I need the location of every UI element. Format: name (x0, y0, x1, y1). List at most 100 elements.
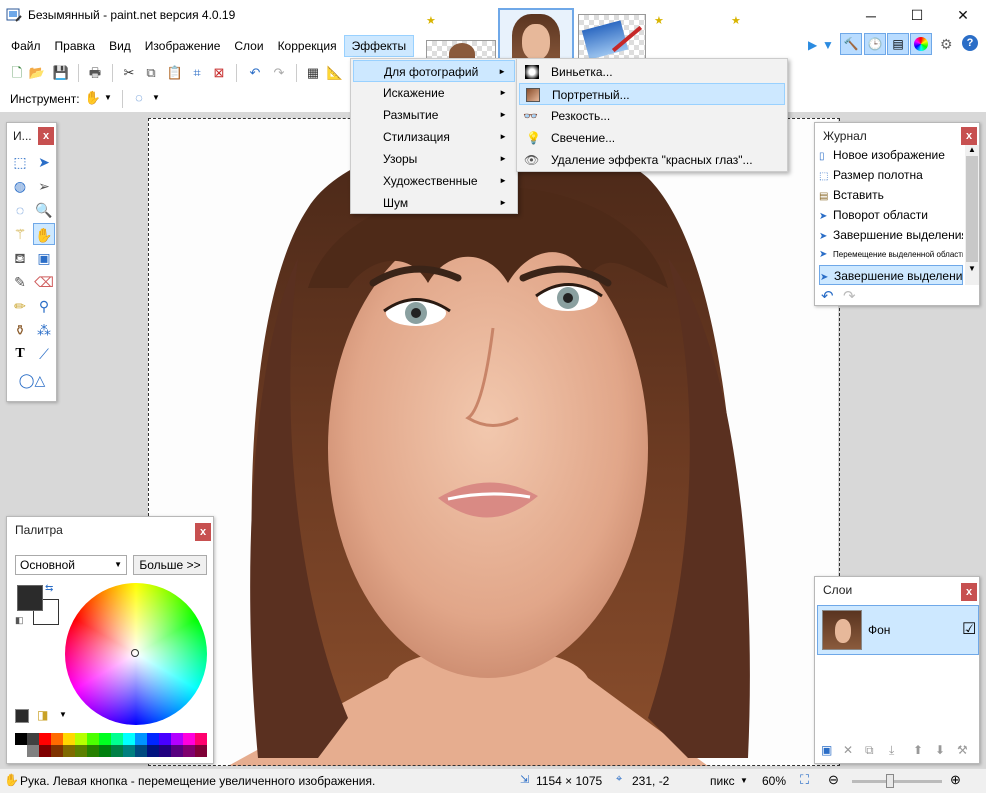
gradient-tool-icon[interactable]: ▣ (33, 247, 55, 269)
undo-icon[interactable]: ↶ (821, 287, 834, 305)
clone-stamp-tool-icon[interactable]: ⚱ (9, 319, 31, 341)
print-icon[interactable]: 🖶 (86, 64, 104, 82)
image-tab-thumbnail[interactable] (426, 40, 496, 60)
maximize-button[interactable]: ☐ (894, 0, 940, 31)
layer-visibility-checkbox[interactable]: ☑ (962, 619, 976, 639)
effects-menu-item-photo[interactable]: Для фотографий ► (353, 60, 515, 82)
redo-icon[interactable]: ↷ (843, 287, 856, 305)
chevron-down-icon[interactable]: ▼ (59, 710, 67, 719)
lasso-select-tool-icon[interactable]: ◍ (9, 175, 31, 197)
zoom-level[interactable]: 60% (762, 774, 786, 788)
history-item[interactable]: ▤ Вставить (819, 185, 963, 205)
crop-to-selection-icon[interactable]: ⌗ (188, 64, 206, 82)
paintbrush-tool-icon[interactable]: ✎ (9, 271, 31, 293)
tabs-dropdown-icon[interactable]: ▼ (822, 38, 834, 52)
move-selected-pixels-tool-icon[interactable]: ➤ (33, 151, 55, 173)
undo-icon[interactable]: ↶ (246, 64, 264, 82)
units-select[interactable]: пикс (710, 774, 735, 788)
pencil-tool-icon[interactable]: ✏ (9, 295, 31, 317)
tools-window-toggle-icon[interactable]: 🔨 (840, 33, 862, 55)
minimize-button[interactable]: ─ (848, 0, 894, 31)
submenu-item-red-eye[interactable]: 👁 Удаление эффекта "красных глаз"... (519, 149, 785, 171)
submenu-item-vignette[interactable]: Виньетка... (519, 61, 785, 83)
menu-view[interactable]: Вид (102, 36, 138, 56)
color-picker-tool-icon[interactable]: ⚲ (33, 295, 55, 317)
zoom-tool-icon[interactable]: 🔍 (33, 199, 55, 221)
swap-colors-icon[interactable]: ⇆ (45, 583, 53, 594)
color-wheel[interactable] (65, 583, 207, 725)
paintnet-app-icon[interactable] (6, 7, 22, 23)
grid-icon[interactable]: ▦ (304, 64, 322, 82)
pan-tool-icon[interactable]: ✋ (33, 223, 55, 245)
effects-menu-item-stylize[interactable]: Стилизация ► (353, 126, 515, 148)
move-layer-up-icon[interactable]: ⬆ (913, 743, 923, 757)
sampling-mode-icon[interactable]: ◌ (130, 89, 148, 107)
recolor-tool-icon[interactable]: ⁂ (33, 319, 55, 341)
menu-layers[interactable]: Слои (227, 36, 270, 56)
zoom-slider[interactable] (852, 774, 942, 788)
effects-menu-item-blur[interactable]: Размытие ► (353, 104, 515, 126)
save-icon[interactable]: 💾 (52, 64, 70, 82)
chevron-down-icon[interactable]: ▼ (104, 93, 112, 102)
scroll-tabs-icon[interactable]: ▶ (808, 38, 817, 52)
layer-properties-icon[interactable]: ⚒ (957, 743, 968, 757)
layers-window-close-button[interactable]: x (961, 583, 977, 601)
zoom-in-icon[interactable]: ⊕ (950, 772, 961, 788)
effects-menu-item-render[interactable]: Узоры ► (353, 148, 515, 170)
magic-wand-tool-icon[interactable]: ⚚ (9, 223, 31, 245)
copy-icon[interactable]: ⧉ (142, 64, 160, 82)
menu-image[interactable]: Изображение (138, 36, 228, 56)
history-item[interactable]: ⬚ Размер полотна (819, 165, 963, 185)
submenu-item-sharpen[interactable]: 👓 Резкость... (519, 105, 785, 127)
tools-window-close-button[interactable]: x (38, 127, 54, 145)
add-color-to-palette-icon[interactable] (15, 709, 29, 723)
paste-icon[interactable]: 📋 (166, 64, 184, 82)
history-item[interactable]: ▯ Новое изображение (819, 145, 963, 165)
palette-window-toggle-icon[interactable] (910, 33, 932, 55)
redo-icon[interactable]: ↷ (270, 64, 288, 82)
merge-layer-icon[interactable]: ⤓ (889, 743, 894, 758)
close-window-button[interactable]: ✕ (940, 0, 986, 31)
ellipse-select-tool-icon[interactable]: ◌ (9, 199, 31, 221)
history-item-selected[interactable]: ➤ Завершение выделения (819, 265, 963, 285)
hand-tool-icon[interactable]: ✋ (84, 89, 102, 107)
text-tool-icon[interactable]: T (9, 343, 31, 365)
layers-window-toggle-icon[interactable]: ▤ (887, 33, 909, 55)
image-tab-thumbnail[interactable] (578, 14, 646, 64)
chevron-down-icon[interactable]: ▼ (740, 776, 748, 785)
effects-menu-item-artistic[interactable]: Художественные ► (353, 170, 515, 192)
effects-menu-item-distort[interactable]: Искажение ► (353, 82, 515, 104)
move-selection-tool-icon[interactable]: ➢ (33, 175, 55, 197)
rectangle-select-tool-icon[interactable]: ⬚ (9, 151, 31, 173)
deselect-icon[interactable]: ⊠ (210, 64, 228, 82)
palette-mode-select[interactable]: Основной ▼ (15, 555, 127, 575)
help-icon[interactable]: ? (962, 35, 978, 51)
palette-swatches[interactable] (15, 733, 207, 757)
paint-bucket-tool-icon[interactable]: ⛾ (9, 247, 31, 269)
layer-row[interactable]: Фон ☑ (817, 605, 979, 655)
open-file-icon[interactable]: 📂 (28, 64, 46, 82)
new-file-icon[interactable]: 🗋 (8, 64, 26, 82)
history-window-toggle-icon[interactable]: 🕒 (864, 33, 886, 55)
history-item[interactable]: ➤ Поворот области (819, 205, 963, 225)
line-curve-tool-icon[interactable]: ⟋ (33, 343, 55, 365)
zoom-out-icon[interactable]: ⊖ (828, 772, 839, 788)
shapes-tool-icon[interactable]: ◯△ (17, 369, 47, 391)
settings-gear-icon[interactable]: ⚙ (940, 36, 953, 53)
delete-layer-icon[interactable]: ✕ (843, 743, 853, 757)
history-item[interactable]: ➤ Завершение выделения (819, 225, 963, 245)
reset-colors-icon[interactable]: ◧ (15, 615, 24, 626)
effects-menu-item-noise[interactable]: Шум ► (353, 192, 515, 214)
add-layer-icon[interactable]: ▣ (821, 743, 832, 757)
more-colors-button[interactable]: Больше >> (133, 555, 207, 575)
move-layer-down-icon[interactable]: ⬇ (935, 743, 945, 757)
ruler-icon[interactable]: 📐 (326, 64, 344, 82)
history-window-close-button[interactable]: x (961, 127, 977, 145)
eraser-tool-icon[interactable]: ⌫ (33, 271, 55, 293)
submenu-item-glow[interactable]: 💡 Свечение... (519, 127, 785, 149)
duplicate-layer-icon[interactable]: ⧉ (865, 743, 874, 758)
zoom-to-window-icon[interactable]: ⛶ (800, 772, 809, 788)
menu-adjustments[interactable]: Коррекция (271, 36, 344, 56)
menu-edit[interactable]: Правка (48, 36, 103, 56)
cut-icon[interactable]: ✂ (120, 64, 138, 82)
